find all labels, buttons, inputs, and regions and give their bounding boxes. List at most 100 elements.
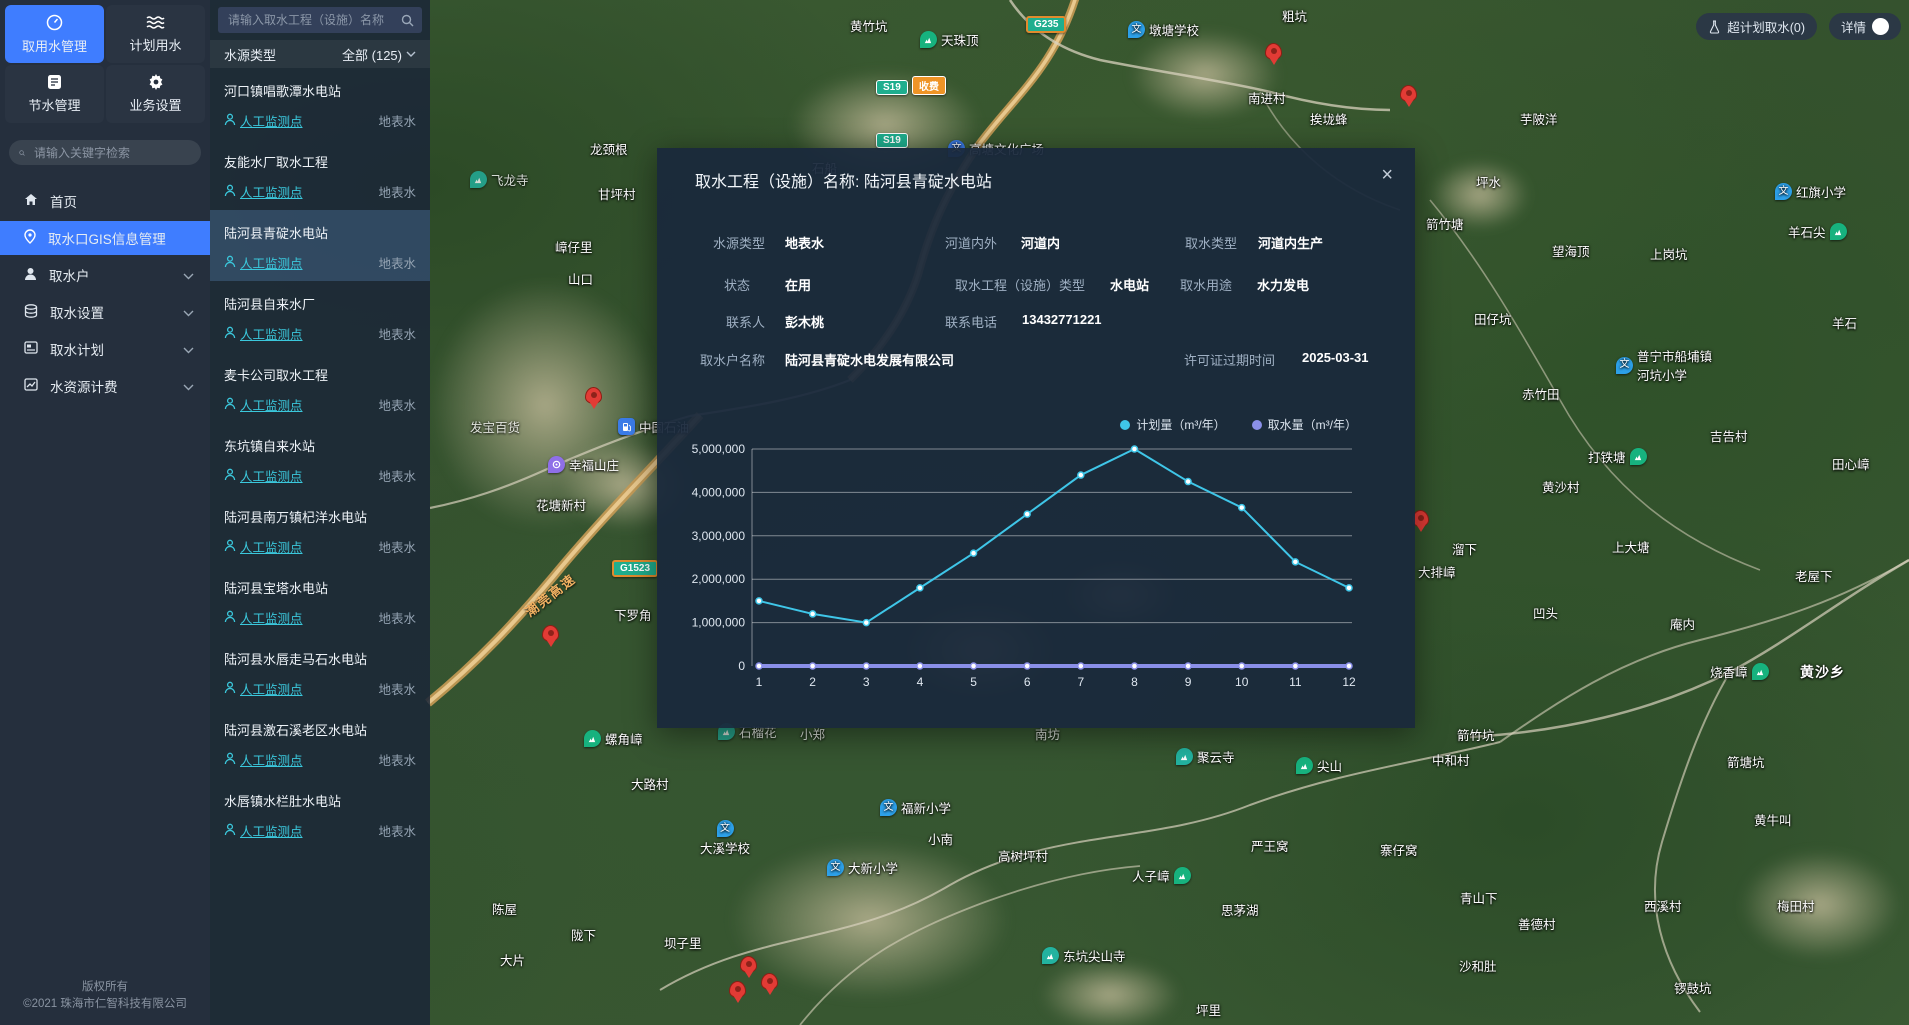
manual-monitor-link[interactable]: 人工监测点: [224, 679, 303, 698]
map-marker-pin[interactable]: [1265, 43, 1282, 60]
map-place-label: 陈屋: [492, 899, 517, 918]
manual-monitor-link[interactable]: 人工监测点: [224, 608, 303, 627]
peak-icon[interactable]: [1174, 867, 1191, 884]
sidebar-item[interactable]: 水资源计费: [0, 369, 210, 403]
map-marker-pin[interactable]: [1400, 85, 1417, 102]
intake-list-item[interactable]: 东坑镇自来水站人工监测点地表水: [210, 423, 430, 494]
manual-monitor-link[interactable]: 人工监测点: [224, 324, 303, 343]
sidebar-item[interactable]: 取水设置: [0, 295, 210, 329]
sidebar-item-label: 取水计划: [50, 339, 104, 359]
monitor-type-label: 人工监测点: [240, 608, 303, 627]
intake-list-item[interactable]: 陆河县自来水厂人工监测点地表水: [210, 281, 430, 352]
manual-monitor-link[interactable]: 人工监测点: [224, 182, 303, 201]
module-tile-4[interactable]: 业务设置: [106, 65, 205, 123]
over-plan-water-button[interactable]: 超计划取水(0): [1696, 13, 1817, 40]
map-place-label: 高树坪村: [998, 846, 1048, 865]
place-name: 寨仔窝: [1380, 840, 1418, 859]
manual-monitor-link[interactable]: 人工监测点: [224, 466, 303, 485]
place-name: 天珠顶: [941, 30, 979, 49]
school-icon[interactable]: 文: [717, 820, 734, 837]
resort-icon[interactable]: [548, 456, 565, 473]
intake-search-box[interactable]: [218, 7, 422, 33]
peak-icon[interactable]: [584, 730, 601, 747]
road-badge: G235: [1026, 16, 1066, 33]
svg-text:2,000,000: 2,000,000: [692, 572, 746, 586]
place-name: 羊石: [1832, 313, 1857, 332]
peak-icon[interactable]: [1830, 223, 1847, 240]
module-tile-1[interactable]: 取用水管理: [5, 5, 104, 63]
place-name: 小南: [928, 829, 953, 848]
intake-name: 麦卡公司取水工程: [224, 365, 416, 384]
temple-icon[interactable]: [1176, 748, 1193, 765]
intake-list-item[interactable]: 陆河县南万镇杞洋水电站人工监测点地表水: [210, 494, 430, 565]
intake-list-item[interactable]: 河口镇唱歌潭水电站人工监测点地表水: [210, 68, 430, 139]
intake-name: 陆河县青碇水电站: [224, 223, 416, 242]
intake-list-item[interactable]: 水唇镇水栏肚水电站人工监测点地表水: [210, 778, 430, 849]
map-marker-pin[interactable]: [542, 625, 559, 642]
gas-station-icon[interactable]: [618, 418, 635, 435]
place-name: 花塘新村: [536, 495, 586, 514]
peak-icon[interactable]: [1630, 448, 1647, 465]
sidebar-search-input[interactable]: [32, 145, 191, 161]
field-value: 河道内生产: [1258, 233, 1323, 252]
sidebar-item[interactable]: 取水计划: [0, 332, 210, 366]
intake-list-item[interactable]: 陆河县青碇水电站人工监测点地表水: [210, 210, 430, 281]
sidebar-search-box[interactable]: [9, 140, 201, 165]
map-marker-pin[interactable]: [740, 956, 757, 973]
manual-monitor-link[interactable]: 人工监测点: [224, 750, 303, 769]
place-name: 善德村: [1518, 914, 1556, 933]
map-marker-pin[interactable]: [761, 973, 778, 990]
sidebar-item[interactable]: 首页: [0, 184, 210, 218]
temple-icon[interactable]: [470, 171, 487, 188]
close-icon[interactable]: ×: [1381, 164, 1393, 187]
intake-list-item[interactable]: 陆河县水唇走马石水电站人工监测点地表水: [210, 636, 430, 707]
intake-list-item[interactable]: 麦卡公司取水工程人工监测点地表水: [210, 352, 430, 423]
sidebar-menu: 首页取水口GIS信息管理取水户取水设置取水计划水资源计费: [0, 181, 210, 406]
search-icon[interactable]: [401, 14, 414, 27]
legend-item[interactable]: 取水量（m³/年）: [1252, 416, 1357, 433]
manual-monitor-link[interactable]: 人工监测点: [224, 111, 303, 130]
place-name: 田心嶂: [1832, 454, 1870, 473]
sidebar-item-label: 取水口GIS信息管理: [48, 228, 166, 248]
field-label: 取水用途: [1022, 275, 1232, 294]
map-place-label: 箭塘坑: [1727, 752, 1765, 771]
pin-icon: [24, 229, 36, 247]
svg-text:0: 0: [738, 659, 745, 673]
intake-list-item[interactable]: 友能水厂取水工程人工监测点地表水: [210, 139, 430, 210]
manual-monitor-link[interactable]: 人工监测点: [224, 395, 303, 414]
map-place-label: 严王窝: [1251, 836, 1289, 855]
intake-search-input[interactable]: [226, 12, 395, 28]
manual-monitor-link[interactable]: 人工监测点: [224, 537, 303, 556]
school-icon[interactable]: 文: [880, 799, 897, 816]
sidebar-item[interactable]: 取水户: [0, 258, 210, 292]
filter-dropdown[interactable]: 全部 (125): [342, 45, 416, 64]
place-name: 严王窝: [1251, 836, 1289, 855]
peak-icon[interactable]: [1296, 757, 1313, 774]
place-name: 青山下: [1460, 888, 1498, 907]
module-tile-2[interactable]: 计划用水: [106, 5, 205, 63]
module-tile-label: 取用水管理: [22, 36, 87, 55]
person-icon: [224, 610, 236, 626]
sidebar-item[interactable]: 取水口GIS信息管理: [0, 221, 210, 255]
intake-list-item[interactable]: 陆河县激石溪老区水电站人工监测点地表水: [210, 707, 430, 778]
manual-monitor-link[interactable]: 人工监测点: [224, 821, 303, 840]
detail-toggle[interactable]: 详情: [1829, 13, 1901, 40]
map-marker-pin[interactable]: [585, 387, 602, 404]
module-tile-3[interactable]: 节水管理: [5, 65, 104, 123]
peak-icon[interactable]: [920, 31, 937, 48]
place-name: 大新小学: [848, 858, 898, 877]
legend-item[interactable]: 计划量（m³/年）: [1120, 416, 1225, 433]
temple-icon[interactable]: [1042, 947, 1059, 964]
school-icon[interactable]: 文: [1128, 21, 1145, 38]
school-icon[interactable]: 文: [1775, 183, 1792, 200]
top-right-controls: 超计划取水(0) 详情: [1696, 13, 1901, 40]
map-place-label: 箭竹塘: [1426, 214, 1464, 233]
school-icon[interactable]: 文: [827, 859, 844, 876]
toggle-knob[interactable]: [1872, 18, 1889, 35]
peak-icon[interactable]: [1752, 663, 1769, 680]
intake-list-item[interactable]: 陆河县宝塔水电站人工监测点地表水: [210, 565, 430, 636]
school-icon[interactable]: 文: [1616, 357, 1633, 374]
manual-monitor-link[interactable]: 人工监测点: [224, 253, 303, 272]
person-icon: [224, 823, 236, 839]
map-marker-pin[interactable]: [729, 981, 746, 998]
